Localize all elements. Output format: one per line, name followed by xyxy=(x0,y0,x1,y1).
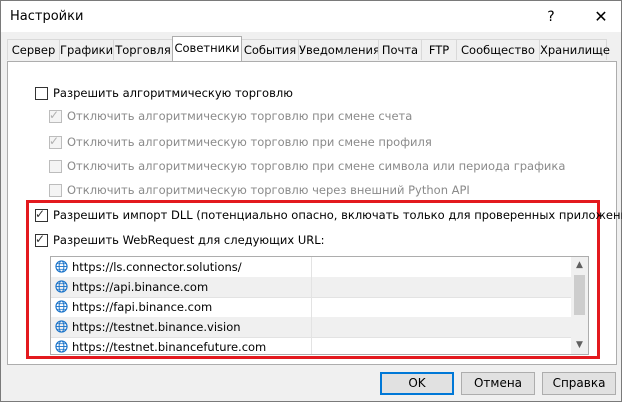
column-divider xyxy=(311,297,312,317)
column-divider xyxy=(311,277,312,297)
tab-server[interactable]: Сервер xyxy=(7,39,60,60)
scroll-thumb[interactable] xyxy=(574,275,585,315)
allow-dll-option[interactable]: ✓ Разрешить импорт DLL (потенциально опа… xyxy=(35,207,622,223)
globe-icon xyxy=(55,300,68,313)
checkmark-icon: ✓ xyxy=(49,107,60,122)
tab-ftp[interactable]: FTP xyxy=(421,39,457,60)
tab-community[interactable]: Сообщество xyxy=(456,39,540,60)
url-text: https://fapi.binance.com xyxy=(72,300,213,314)
dialog-title: Настройки xyxy=(10,9,84,24)
url-text: https://ls.connector.solutions/ xyxy=(72,260,242,274)
disable-on-symbol-option: Отключить алгоритмическую торговлю при с… xyxy=(49,158,565,174)
column-divider xyxy=(311,317,312,337)
disable-on-account-option: ✓ Отключить алгоритмическую торговлю при… xyxy=(49,108,412,124)
column-divider xyxy=(311,257,312,277)
globe-icon xyxy=(55,320,68,333)
tab-notifications[interactable]: Уведомления xyxy=(298,39,380,60)
allow-webrequest-label: Разрешить WebRequest для следующих URL: xyxy=(53,233,325,247)
tab-experts[interactable]: Советники xyxy=(172,36,242,61)
title-bar: Настройки ? ✕ xyxy=(1,1,621,32)
url-text: https://api.binance.com xyxy=(72,280,209,294)
cancel-button[interactable]: Отмена xyxy=(461,372,535,395)
disable-on-symbol-label: Отключить алгоритмическую торговлю при с… xyxy=(67,159,566,173)
list-item[interactable]: https://ls.connector.solutions/ xyxy=(51,257,571,278)
disable-on-symbol-checkbox xyxy=(49,159,62,173)
allow-dll-label: Разрешить импорт DLL (потенциально опасн… xyxy=(53,208,622,222)
checkmark-icon: ✓ xyxy=(49,133,60,148)
tab-trade[interactable]: Торговля xyxy=(113,39,173,60)
disable-on-profile-label: Отключить алгоритмическую торговлю при с… xyxy=(67,135,432,149)
scroll-down-icon[interactable]: ▼ xyxy=(571,337,588,354)
url-text: https://testnet.binance.vision xyxy=(72,320,241,334)
globe-icon xyxy=(55,260,68,273)
globe-icon xyxy=(55,280,68,293)
scroll-up-icon[interactable]: ▲ xyxy=(571,257,588,274)
allow-dll-checkbox[interactable]: ✓ xyxy=(35,206,48,222)
allow-algo-label: Разрешить алгоритмическую торговлю xyxy=(53,86,293,100)
disable-on-profile-option: ✓ Отключить алгоритмическую торговлю при… xyxy=(49,134,432,150)
checkmark-icon: ✓ xyxy=(35,231,46,246)
list-item[interactable]: https://fapi.binance.com xyxy=(51,297,571,318)
disable-on-account-checkbox: ✓ xyxy=(49,107,62,123)
globe-icon xyxy=(55,340,68,353)
disable-on-profile-checkbox: ✓ xyxy=(49,133,62,149)
disable-python-checkbox xyxy=(49,183,62,197)
help-button[interactable]: Справка xyxy=(542,372,616,395)
column-divider xyxy=(311,337,312,354)
tab-charts[interactable]: Графики xyxy=(59,39,114,60)
allow-algo-option[interactable]: Разрешить алгоритмическую торговлю xyxy=(35,85,293,101)
disable-python-label: Отключить алгоритмическую торговлю через… xyxy=(67,183,470,197)
allow-webrequest-option[interactable]: ✓ Разрешить WebRequest для следующих URL… xyxy=(35,232,325,248)
allow-algo-checkbox[interactable] xyxy=(35,86,48,100)
settings-dialog: Настройки ? ✕ Сервер Графики Торговля Со… xyxy=(0,0,622,402)
tab-storage[interactable]: Хранилище xyxy=(539,39,610,60)
list-item[interactable]: https://api.binance.com xyxy=(51,277,571,298)
url-text: https://testnet.binancefuture.com xyxy=(72,340,267,354)
disable-python-option: Отключить алгоритмическую торговлю через… xyxy=(49,182,470,198)
list-item[interactable]: https://testnet.binancefuture.com xyxy=(51,337,571,354)
url-list[interactable]: https://ls.connector.solutions/ https://… xyxy=(50,256,589,355)
help-icon[interactable]: ? xyxy=(541,7,561,27)
scrollbar[interactable]: ▲ ▼ xyxy=(571,257,588,354)
allow-webrequest-checkbox[interactable]: ✓ xyxy=(35,231,48,247)
close-icon[interactable]: ✕ xyxy=(589,5,613,29)
list-item[interactable]: https://testnet.binance.vision xyxy=(51,317,571,338)
tab-email[interactable]: Почта xyxy=(378,39,422,60)
tab-events[interactable]: События xyxy=(241,39,299,60)
checkmark-icon: ✓ xyxy=(35,206,46,221)
disable-on-account-label: Отключить алгоритмическую торговлю при с… xyxy=(67,109,413,123)
ok-button[interactable]: OK xyxy=(380,372,454,395)
